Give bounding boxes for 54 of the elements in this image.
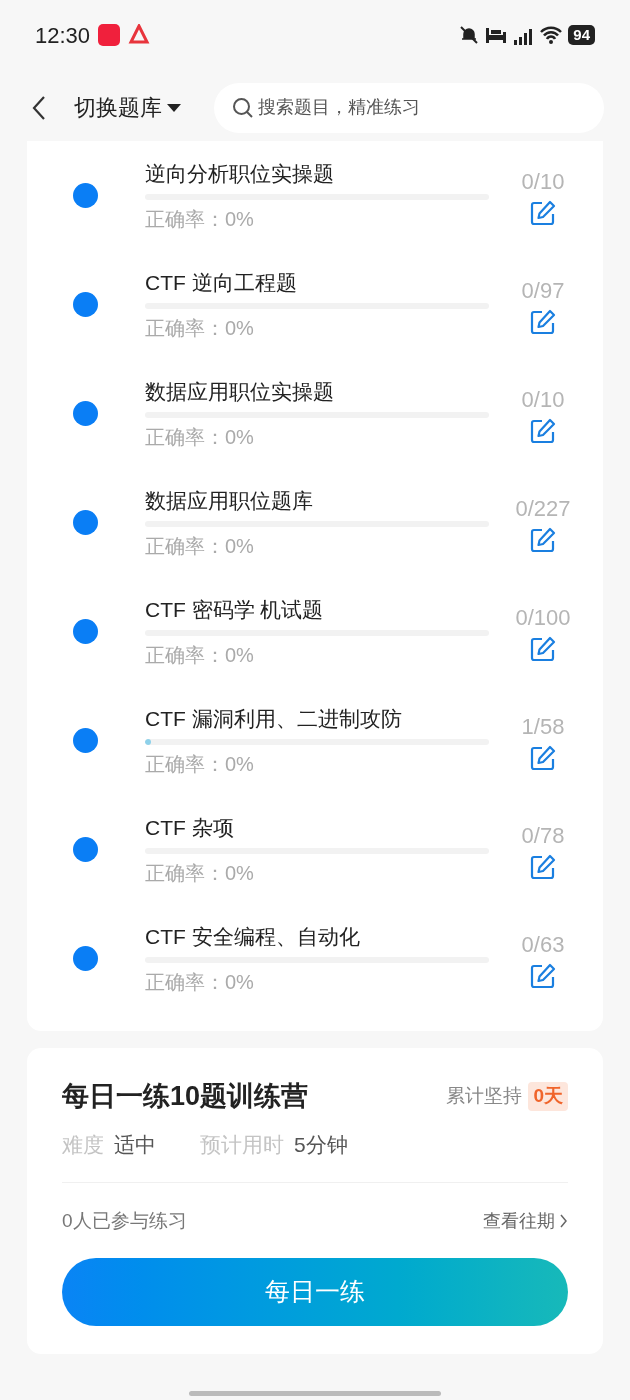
difficulty-label: 难度: [62, 1131, 104, 1158]
chevron-icon: [559, 1214, 568, 1229]
bank-title[interactable]: CTF 密码学 机试题: [145, 595, 489, 624]
edit-icon[interactable]: [530, 963, 556, 989]
search-icon: [232, 96, 254, 119]
accuracy-text: 正确率：0%: [145, 642, 255, 668]
difficulty-value: 适中: [114, 1131, 156, 1158]
question-count: 0/10: [521, 168, 565, 196]
question-count: 1/58: [521, 713, 565, 741]
bank-title[interactable]: CTF 安全编程、自动化: [145, 922, 489, 951]
accuracy-text: 正确率：0%: [145, 206, 255, 232]
time-label: 预计用时: [200, 1131, 284, 1158]
edit-icon[interactable]: [530, 309, 556, 335]
edit-icon[interactable]: [530, 527, 556, 553]
bank-title[interactable]: 逆向分析职位实操题: [145, 159, 489, 188]
battery-level: 94: [568, 25, 595, 45]
bank-title[interactable]: CTF 杂项: [145, 813, 489, 842]
caret-icon: [166, 102, 182, 113]
streak-label: 累计坚持: [446, 1084, 523, 1108]
edit-icon[interactable]: [530, 854, 556, 880]
bell-muted-icon: [459, 25, 480, 45]
participants-text: 0人已参与练习: [62, 1209, 187, 1233]
wifi-icon: [539, 25, 564, 45]
bed-icon: [485, 26, 508, 44]
question-count: 0/63: [521, 931, 565, 959]
history-link[interactable]: 查看往期: [483, 1207, 568, 1235]
accuracy-text: 正确率：0%: [145, 315, 255, 341]
accuracy-text: 正确率：0%: [145, 969, 255, 995]
edit-icon[interactable]: [530, 745, 556, 771]
streak-badge: 0天: [528, 1082, 568, 1111]
bank-switch-button[interactable]: 切换题库: [74, 91, 182, 124]
app-icon: [128, 24, 151, 46]
accuracy-text: 正确率：0%: [145, 860, 255, 886]
question-count: 0/97: [521, 277, 565, 305]
question-count: 0/10: [521, 386, 565, 414]
bank-title[interactable]: CTF 漏洞利用、二进制攻防: [145, 704, 489, 733]
question-count: 0/227: [515, 495, 571, 523]
bank-title[interactable]: CTF 逆向工程题: [145, 268, 489, 297]
edit-icon[interactable]: [530, 636, 556, 662]
question-count: 0/100: [515, 604, 571, 632]
accuracy-text: 正确率：0%: [145, 424, 255, 450]
status-time: 12:30: [35, 21, 91, 50]
accuracy-text: 正确率：0%: [145, 533, 255, 559]
back-icon[interactable]: [30, 94, 48, 121]
search-field[interactable]: 搜索题目，精准练习: [214, 82, 604, 133]
bank-title[interactable]: 数据应用职位实操题: [145, 377, 489, 406]
accuracy-text: 正确率：0%: [145, 751, 255, 777]
edit-icon[interactable]: [530, 418, 556, 444]
edit-icon[interactable]: [530, 200, 556, 226]
camp-title: 每日一练10题训练营: [62, 1080, 309, 1113]
time-value: 5分钟: [294, 1131, 348, 1158]
question-count: 0/78: [521, 822, 565, 850]
bank-title[interactable]: 数据应用职位题库: [145, 486, 489, 515]
app-icon: [98, 24, 121, 46]
